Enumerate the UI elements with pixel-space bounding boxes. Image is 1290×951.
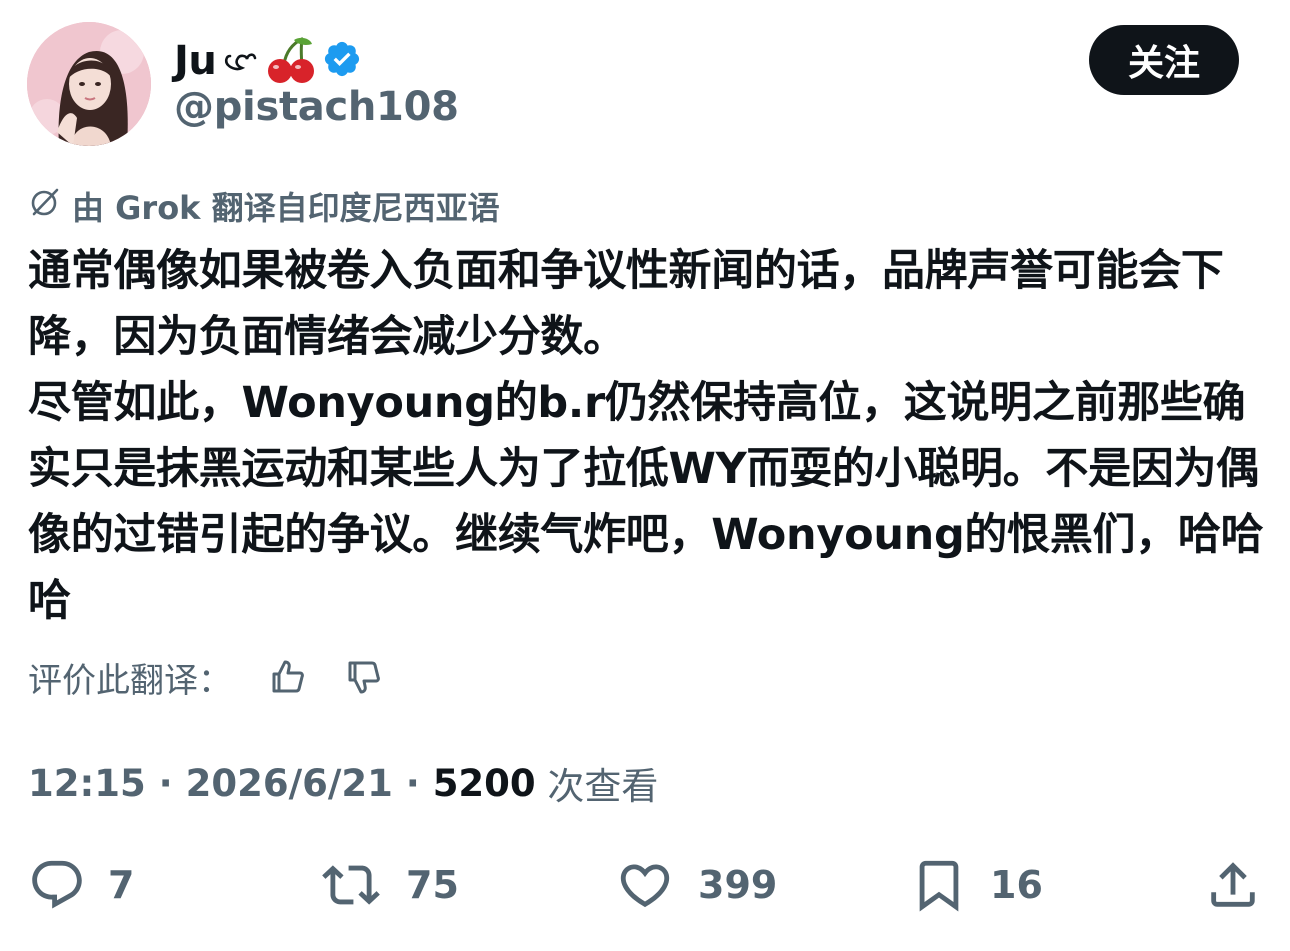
tweet-text: 通常偶像如果被卷入负面和争议性新闻的话，品牌声誉可能会下降，因为负面情绪会减少分… <box>28 238 1268 634</box>
tweet-date[interactable]: 2026/6/21 <box>186 762 393 805</box>
share-icon <box>1204 856 1262 914</box>
thumbs-down-icon[interactable] <box>344 657 384 697</box>
tweet-paragraph-2: 尽管如此，Wonyoung的b.r仍然保持高位，这说明之前那些确实只是抹黑运动和… <box>28 378 1264 626</box>
tweet-time[interactable]: 12:15 <box>28 762 146 805</box>
display-name-row[interactable]: Ju <box>174 34 362 88</box>
display-name[interactable]: Ju <box>174 38 217 84</box>
grok-icon <box>28 185 62 227</box>
verified-badge-icon[interactable] <box>322 39 362 83</box>
tweet-detail: Ju @pistach108 关注 由 Grok 翻译自印度尼西亚语 通常偶像如… <box>0 0 1290 951</box>
rate-translation: 评价此翻译： <box>28 652 420 702</box>
user-handle[interactable]: @pistach108 <box>174 84 459 130</box>
translation-label: 由 Grok 翻译自印度尼西亚语 <box>72 189 500 227</box>
bookmark-button[interactable]: 16 <box>910 850 1043 920</box>
like-button[interactable]: 399 <box>614 850 777 920</box>
follow-button[interactable]: 关注 <box>1089 25 1239 95</box>
rate-translation-label: 评价此翻译： <box>28 660 232 701</box>
like-count: 399 <box>698 863 778 907</box>
cherry-icon <box>264 34 316 88</box>
meta-separator: · <box>145 761 186 805</box>
reply-icon <box>28 856 86 914</box>
tweet-meta: 12:15 · 2026/6/21 · 5200 次查看 <box>28 756 658 810</box>
bookmark-count: 16 <box>990 863 1043 907</box>
views-label: 次查看 <box>535 765 659 808</box>
reply-button[interactable]: 7 <box>28 850 134 920</box>
retweet-count: 75 <box>406 863 459 907</box>
tweet-paragraph-1: 通常偶像如果被卷入负面和争议性新闻的话，品牌声誉可能会下降，因为负面情绪会减少分… <box>28 246 1224 362</box>
heart-outline-icon <box>222 44 258 78</box>
retweet-icon <box>318 856 384 914</box>
action-bar: 7 75 399 16 <box>0 850 1290 920</box>
translation-source[interactable]: 由 Grok 翻译自印度尼西亚语 <box>28 184 500 228</box>
views-count: 5200 <box>432 761 536 805</box>
avatar[interactable] <box>27 22 151 146</box>
reply-count: 7 <box>108 863 135 907</box>
meta-separator: · <box>392 761 433 805</box>
share-button[interactable] <box>1204 850 1262 920</box>
retweet-button[interactable]: 75 <box>318 850 459 920</box>
bookmark-icon <box>910 856 968 914</box>
thumbs-up-icon[interactable] <box>268 657 308 697</box>
like-icon <box>614 856 676 914</box>
